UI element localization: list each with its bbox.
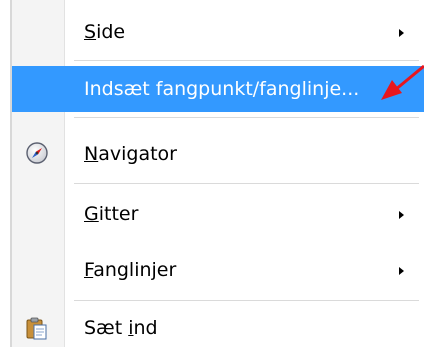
context-menu: Side Indsæt fangpunkt/fanglinje... Navig… [10,0,424,347]
menu-separator [74,117,419,119]
menu-item-navigator[interactable]: Navigator [12,131,424,177]
menu-separator [74,183,419,185]
menu-item-side[interactable]: Side [12,9,424,55]
menu-separator [74,60,419,62]
menu-item-insert-snap-point[interactable]: Indsæt fangpunkt/fanglinje... [12,66,424,112]
menu-item-side-label: Side [84,21,126,43]
menu-item-navigator-label: Navigator [84,143,177,165]
submenu-arrow-icon [399,211,404,219]
menu-item-gitter[interactable]: Gitter [12,191,424,237]
menu-item-paste-label: Sæt ind [84,317,158,339]
submenu-arrow-icon [399,267,404,275]
menu-item-paste[interactable]: Sæt ind [12,305,424,351]
menu-item-fanglinjer[interactable]: Fanglinjer [12,247,424,293]
submenu-arrow-icon [399,29,404,37]
menu-item-fanglinjer-label: Fanglinjer [84,259,177,281]
compass-icon [26,142,48,164]
menu-separator [74,300,419,302]
paste-icon [26,317,47,340]
menu-item-insert-snap-point-label: Indsæt fangpunkt/fanglinje... [84,78,360,100]
menu-item-gitter-label: Gitter [84,203,139,225]
